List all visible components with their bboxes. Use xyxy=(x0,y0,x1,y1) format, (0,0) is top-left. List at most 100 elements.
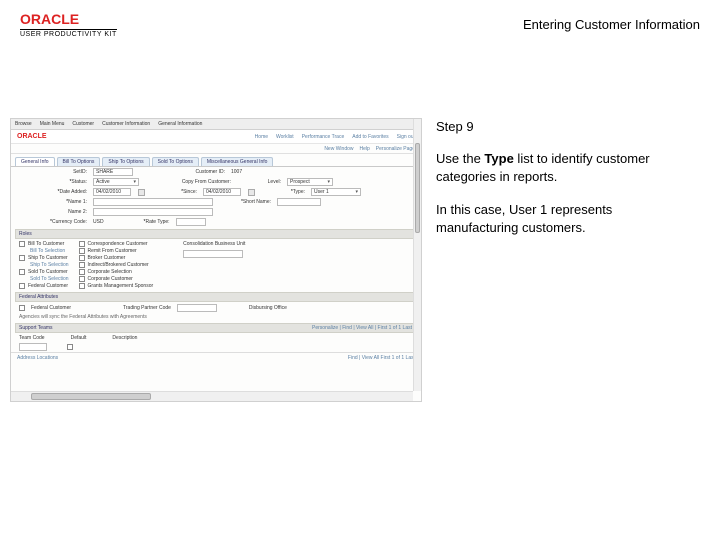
label-status: Status: xyxy=(19,179,87,185)
tab-billto[interactable]: Bill To Options xyxy=(57,157,101,166)
vertical-scrollbar[interactable] xyxy=(413,119,421,391)
dateadded-input[interactable]: 04/02/2010 xyxy=(93,188,131,196)
chk-indirect[interactable] xyxy=(79,262,85,268)
instructions-pane: Step 9 Use the Type list to identify cus… xyxy=(436,118,696,402)
type-value: User 1 xyxy=(314,189,329,195)
label-setid: SetID: xyxy=(19,169,87,175)
label-custid: Customer ID: xyxy=(139,169,225,175)
lbl-chk: Ship To Selection xyxy=(30,262,69,268)
calendar-icon[interactable] xyxy=(138,189,145,196)
lbl-chk: Bill To Customer xyxy=(28,241,64,247)
section-support-title: Support Teams xyxy=(19,325,53,331)
label-name2: Name 2: xyxy=(19,209,87,215)
chk-grants[interactable] xyxy=(79,283,85,289)
lbl-consol: Consolidation Business Unit xyxy=(183,241,245,247)
lbl-chk: Ship To Customer xyxy=(28,255,68,261)
link-home[interactable]: Home xyxy=(255,134,268,140)
tab-shipto[interactable]: Ship To Options xyxy=(102,157,149,166)
step-label: Step 9 xyxy=(436,118,696,136)
chk-default[interactable] xyxy=(67,344,73,350)
tab-general[interactable]: General Info xyxy=(15,157,55,166)
crumb[interactable]: Customer Information xyxy=(102,121,150,127)
crumb[interactable]: General Information xyxy=(158,121,202,127)
lbl-chk: Federal Customer xyxy=(28,283,68,289)
label-name1: Name 1: xyxy=(19,199,87,205)
lbl-chk: Corporate Customer xyxy=(88,276,133,282)
consol-input[interactable] xyxy=(183,250,243,258)
ratetype-input[interactable] xyxy=(176,218,206,226)
col-default: Default xyxy=(71,335,87,341)
level-value: Prospect xyxy=(290,179,310,185)
section-address: Address Locations Find | View All First … xyxy=(11,352,421,362)
label-curr: Currency Code: xyxy=(19,219,87,225)
scroll-thumb[interactable] xyxy=(31,393,151,400)
crumb[interactable]: Main Menu xyxy=(40,121,65,127)
lbl-tpc: Trading Partner Code xyxy=(123,305,171,311)
lbl-chk: Corporate Selection xyxy=(88,269,132,275)
name2-input[interactable] xyxy=(93,208,213,216)
scroll-thumb[interactable] xyxy=(415,143,420,233)
since-input[interactable]: 04/02/2010 xyxy=(203,188,241,196)
label-short: Short Name: xyxy=(219,199,271,205)
chk-indcust[interactable] xyxy=(79,269,85,275)
app-subbar: New Window Help Personalize Page xyxy=(11,144,421,154)
calendar-icon[interactable] xyxy=(248,189,255,196)
link-newwindow[interactable]: New Window xyxy=(324,146,353,152)
value-custid: 1007 xyxy=(231,169,242,175)
section-roles: Roles xyxy=(15,229,417,239)
type-select[interactable]: User 1▾ xyxy=(311,188,361,196)
lbl-chk: Correspondence Customer xyxy=(88,241,148,247)
link-help[interactable]: Help xyxy=(360,146,370,152)
section-support: Support Teams Personalize | Find | View … xyxy=(15,323,417,333)
level-select[interactable]: Prospect▾ xyxy=(287,178,333,186)
grid-nav[interactable]: Personalize | Find | View All | First 1 … xyxy=(312,325,412,331)
label-dateadded: Date Added: xyxy=(19,189,87,195)
chk-corp[interactable] xyxy=(79,276,85,282)
tab-soldto[interactable]: Sold To Options xyxy=(152,157,199,166)
oracle-logo: ORACLE xyxy=(20,11,117,27)
value-curr: USD xyxy=(93,219,104,225)
chk-federal[interactable] xyxy=(19,283,25,289)
breadcrumb: Browse Main Menu Customer Customer Infor… xyxy=(11,119,421,130)
chk-shipto[interactable] xyxy=(19,255,25,261)
col-teamcode: Team Code xyxy=(19,335,45,341)
label-since: Since: xyxy=(151,189,197,195)
lbl-chk: Bill To Selection xyxy=(30,248,65,254)
link-favorites[interactable]: Add to Favorites xyxy=(352,134,388,140)
horizontal-scrollbar[interactable] xyxy=(11,391,413,401)
status-value: Active xyxy=(96,179,110,185)
lbl-chk: Grants Management Sponsor xyxy=(88,283,154,289)
chk-broker[interactable] xyxy=(79,255,85,261)
fha-note: Agencies will sync the Federal Attribute… xyxy=(19,314,147,320)
teamcode-input[interactable] xyxy=(19,343,47,351)
chk-soldto[interactable] xyxy=(19,269,25,275)
crumb[interactable]: Browse xyxy=(15,121,32,127)
section-fedattr: Federal Attributes xyxy=(15,292,417,302)
chk-remit[interactable] xyxy=(79,248,85,254)
label-level: Level: xyxy=(237,179,281,185)
chevron-down-icon: ▾ xyxy=(133,179,136,185)
instr-pre: Use the xyxy=(436,151,484,166)
chk-billto[interactable] xyxy=(19,241,25,247)
link-worklist[interactable]: Worklist xyxy=(276,134,294,140)
app-topbar: ORACLE Home Worklist Performance Trace A… xyxy=(11,130,421,144)
tpc-input[interactable] xyxy=(177,304,217,312)
tabs: General Info Bill To Options Ship To Opt… xyxy=(11,154,421,167)
page-title: Entering Customer Information xyxy=(523,17,700,32)
tab-misc[interactable]: Miscellaneous General Info xyxy=(201,157,274,166)
lbl-chk: Indirect/Brokered Customer xyxy=(88,262,149,268)
lbl-chk: Sold To Customer xyxy=(28,269,68,275)
status-select[interactable]: Active ▾ xyxy=(93,178,139,186)
application-screenshot: Browse Main Menu Customer Customer Infor… xyxy=(10,118,422,402)
chk-corr[interactable] xyxy=(79,241,85,247)
crumb[interactable]: Customer xyxy=(72,121,94,127)
short-input[interactable] xyxy=(277,198,321,206)
name1-input[interactable] xyxy=(93,198,213,206)
chk-fedcust[interactable] xyxy=(19,305,25,311)
instruction-text: Use the Type list to identify customer c… xyxy=(436,150,696,186)
addr-nav[interactable]: Find | View All First 1 of 1 Last xyxy=(348,355,415,361)
link-personalize[interactable]: Personalize Page xyxy=(376,146,415,152)
label-type: Type: xyxy=(261,189,305,195)
value-setid: SHARE xyxy=(93,168,133,176)
link-perf[interactable]: Performance Trace xyxy=(302,134,345,140)
